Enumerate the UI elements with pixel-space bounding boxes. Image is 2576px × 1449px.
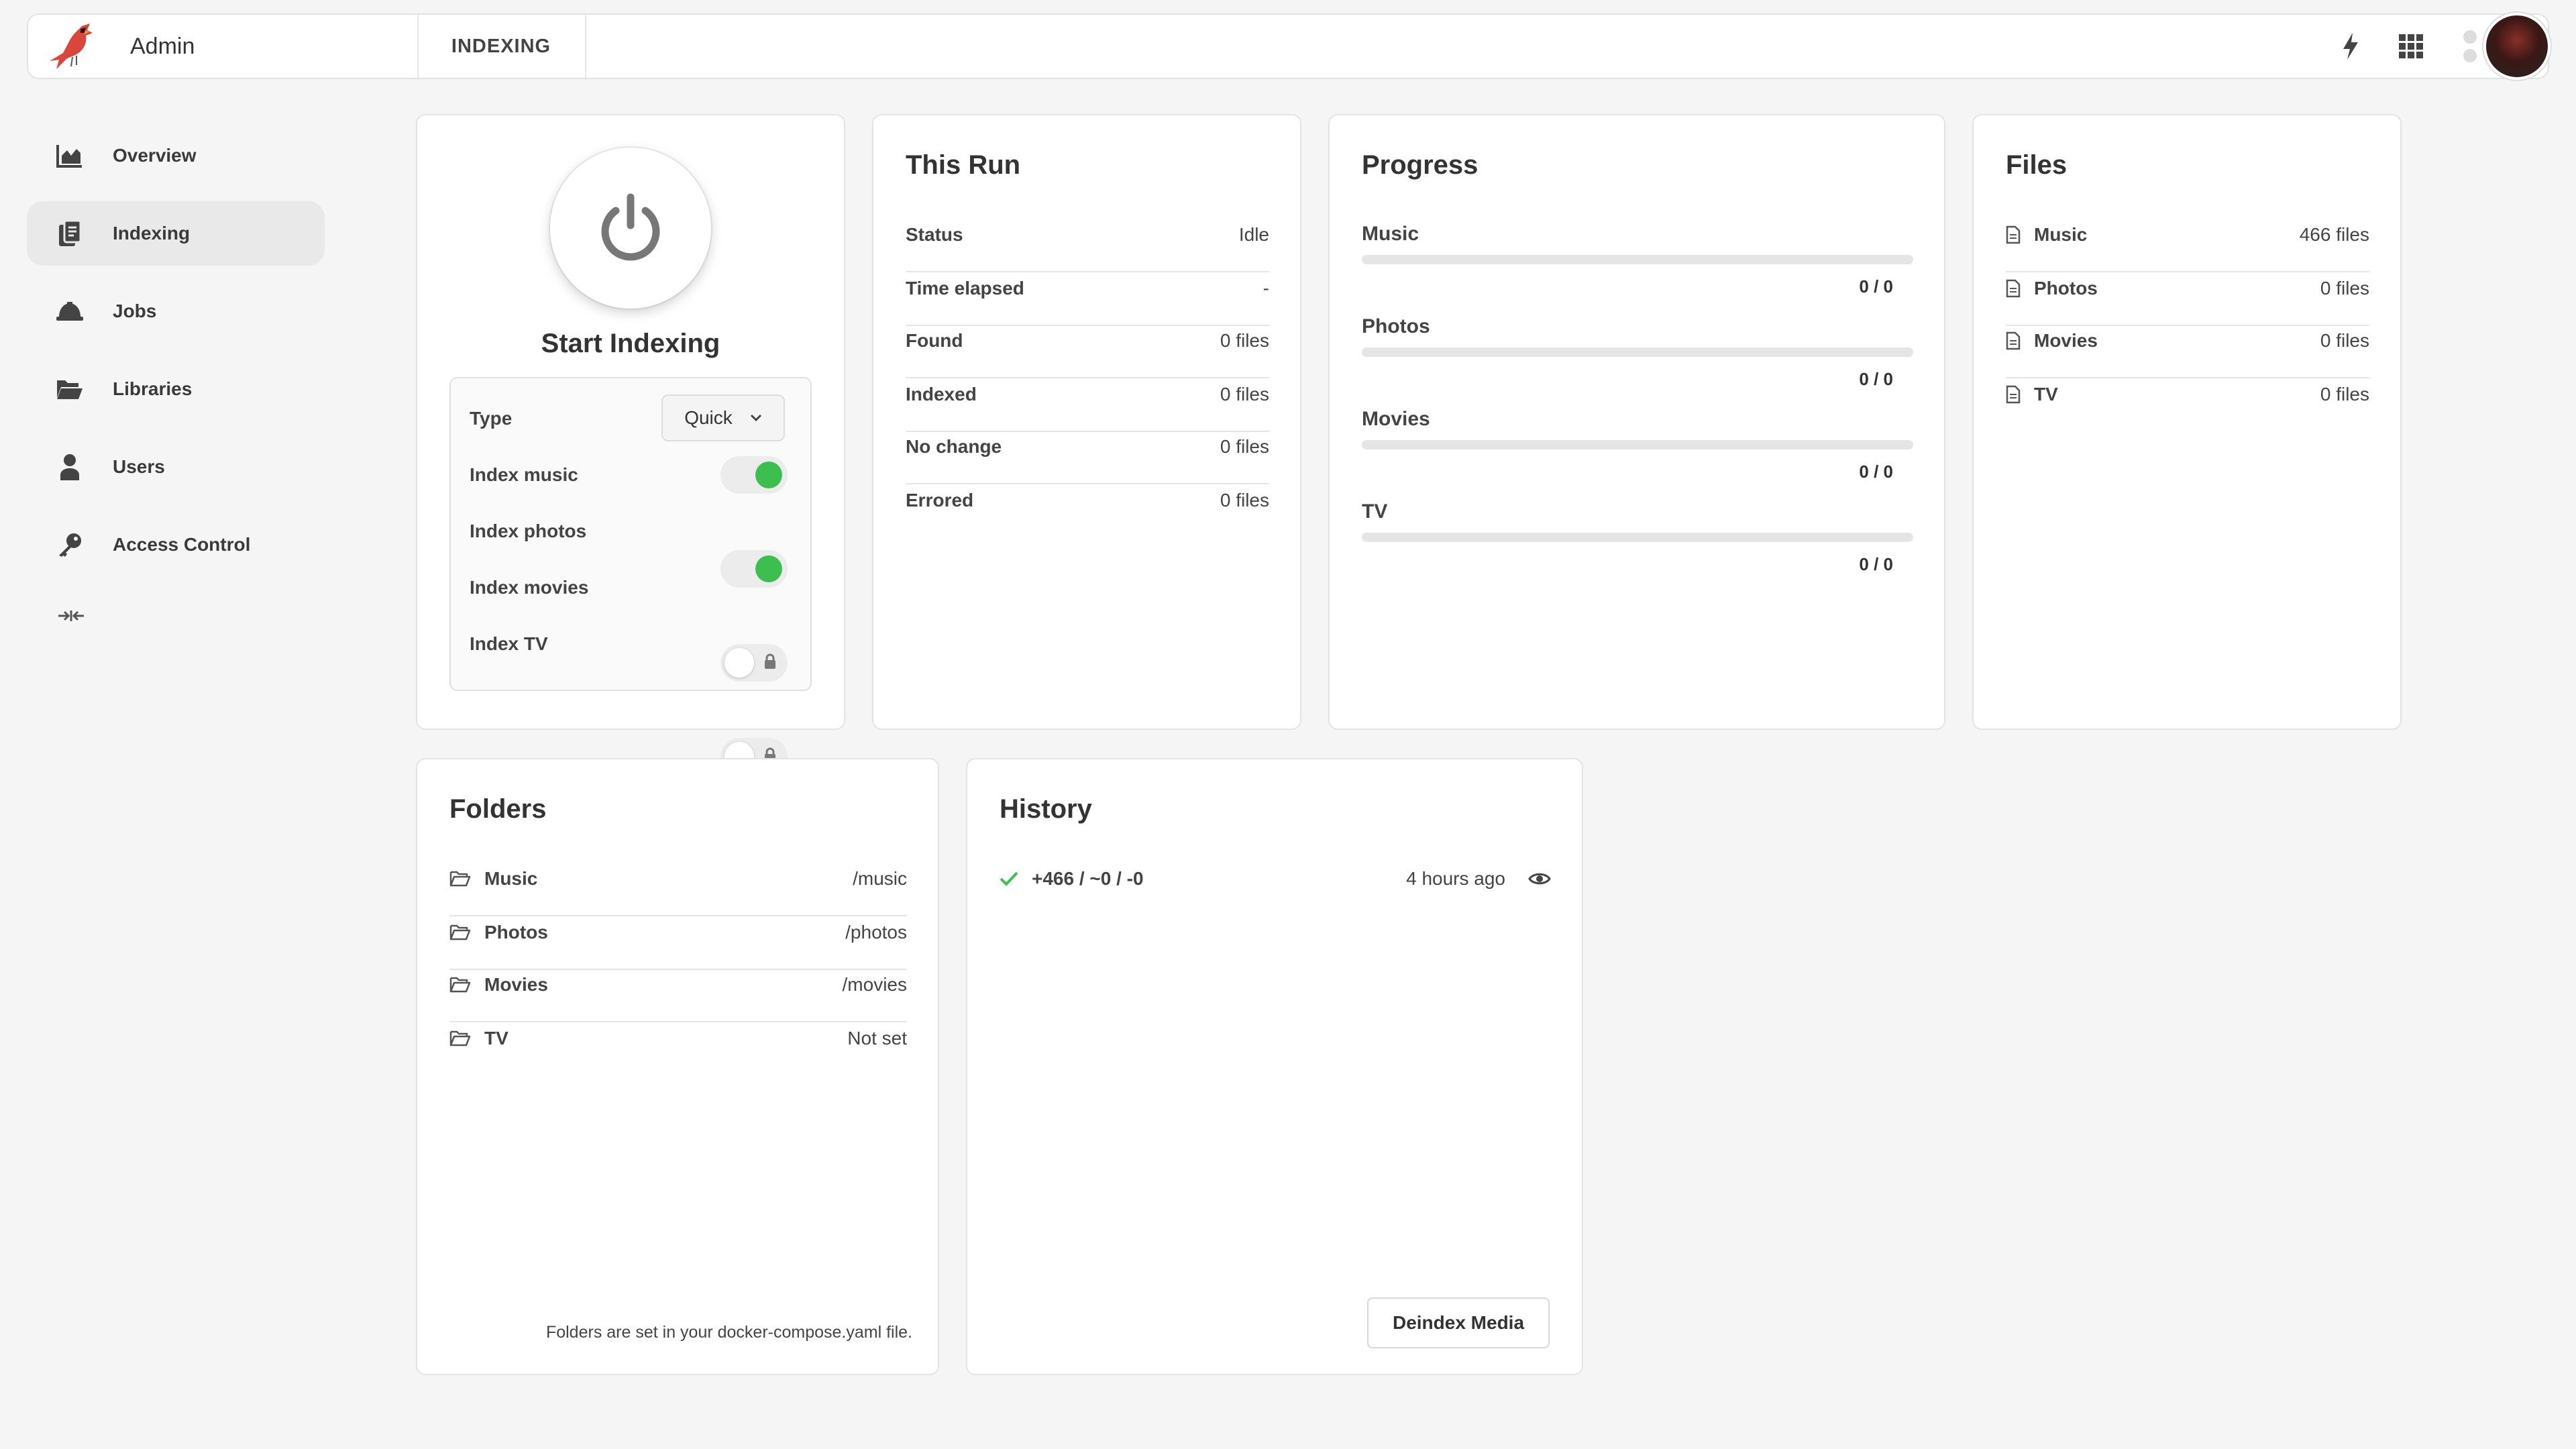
progress-bar (1362, 255, 1913, 264)
progress-label: Movies (1362, 408, 1430, 430)
file-icon (2006, 331, 2021, 350)
area-chart-icon (54, 140, 86, 172)
sidebar-item-overview[interactable]: Overview (27, 123, 325, 188)
type-label: Type (470, 408, 513, 429)
index-options-panel: Type Quick Index music Index photos Inde… (449, 377, 812, 775)
brand[interactable]: Admin (28, 15, 419, 78)
top-bar: Admin INDEXING (27, 13, 2551, 80)
key-icon (54, 529, 86, 561)
sidebar-item-label: Users (113, 456, 165, 477)
folder-open-icon (449, 924, 471, 941)
folder-row: Movies /movies (449, 974, 907, 996)
option-label: Index music (470, 464, 578, 485)
file-row: TV 0 files (2006, 384, 2369, 405)
progress-bar (1362, 347, 1913, 357)
run-row: Time elapsed - (906, 278, 1269, 299)
type-select-value: Quick (684, 407, 733, 428)
folder-row: Photos /photos (449, 922, 907, 943)
run-row: Status Idle (906, 224, 1269, 245)
start-indexing-title: Start Indexing (541, 329, 720, 358)
sidebar-item-access-control[interactable]: Access Control (27, 513, 325, 577)
bolt-icon[interactable] (2330, 15, 2371, 78)
sidebar-item-libraries[interactable]: Libraries (27, 357, 325, 421)
avatar[interactable] (2483, 13, 2551, 80)
eye-icon[interactable] (1528, 871, 1551, 887)
history-entry: +466 / ~0 / -0 4 hours ago (1000, 868, 1551, 890)
progress-card: Progress Music 0 / 0 Photos 0 / 0 Movies… (1328, 114, 1945, 730)
option-label: Index TV (470, 633, 548, 654)
hard-hat-icon (54, 295, 86, 327)
progress-label: Music (1362, 223, 1419, 245)
file-icon (2006, 385, 2021, 404)
deindex-media-button[interactable]: Deindex Media (1367, 1297, 1550, 1348)
progress-bar (1362, 533, 1913, 542)
app-title: Admin (130, 33, 195, 59)
documents-icon (54, 217, 86, 250)
status-dots-icon[interactable] (2457, 15, 2483, 78)
chevron-down-icon (750, 414, 761, 422)
file-row: Music 466 files (2006, 224, 2369, 246)
folder-row: TV Not set (449, 1028, 907, 1049)
run-row: Errored 0 files (906, 490, 1269, 511)
sidebar-item-jobs[interactable]: Jobs (27, 279, 325, 343)
progress-count: 0 / 0 (1859, 462, 1893, 482)
sidebar-item-label: Indexing (113, 223, 191, 244)
lock-icon (765, 653, 775, 669)
index-photos-toggle[interactable] (720, 550, 788, 588)
history-card: History +466 / ~0 / -0 4 hours ago Deind… (966, 758, 1583, 1375)
sidebar-item-indexing[interactable]: Indexing (27, 201, 325, 266)
folder-row: Music /music (449, 868, 907, 890)
sidebar-item-label: Access Control (113, 534, 251, 555)
cardinal-logo-icon (50, 23, 93, 69)
file-icon (2006, 279, 2021, 298)
option-label: Index photos (470, 521, 587, 541)
card-title: Folders (449, 794, 547, 824)
progress-bar (1362, 440, 1913, 449)
index-music-toggle[interactable] (720, 456, 788, 494)
collapse-arrows-icon[interactable] (55, 602, 87, 629)
file-row: Movies 0 files (2006, 330, 2369, 352)
apps-grid-icon[interactable] (2391, 15, 2431, 78)
progress-count: 0 / 0 (1859, 554, 1893, 574)
history-time: 4 hours ago (1406, 868, 1505, 889)
sidebar-item-label: Overview (113, 145, 197, 166)
breadcrumb[interactable]: INDEXING (417, 15, 586, 78)
card-title: History (1000, 794, 1092, 824)
file-icon (2006, 225, 2021, 244)
progress-count: 0 / 0 (1859, 369, 1893, 389)
file-row: Photos 0 files (2006, 278, 2369, 299)
start-indexing-button[interactable] (550, 148, 711, 309)
type-select[interactable]: Quick (661, 394, 785, 441)
run-row: Indexed 0 files (906, 384, 1269, 405)
card-title: This Run (906, 150, 1021, 180)
card-title: Files (2006, 150, 2068, 180)
progress-label: Photos (1362, 315, 1430, 337)
run-row: No change 0 files (906, 436, 1269, 457)
user-icon (54, 451, 86, 483)
folder-open-icon (54, 373, 86, 405)
folders-card: Folders Music /music Photos /photos Movi… (416, 758, 939, 1375)
this-run-card: This Run Status Idle Time elapsed - Found 0… (872, 114, 1301, 730)
folder-open-icon (449, 871, 471, 887)
sidebar-item-label: Jobs (113, 301, 157, 321)
progress-label: TV (1362, 500, 1388, 523)
power-icon (601, 193, 660, 261)
sidebar-item-label: Libraries (113, 378, 193, 399)
folder-open-icon (449, 977, 471, 993)
check-icon (1000, 871, 1018, 886)
option-label: Index movies (470, 577, 589, 598)
start-indexing-card: Start Indexing Type Quick Index music In… (416, 114, 845, 775)
index-movies-toggle[interactable] (720, 644, 788, 682)
card-title: Progress (1362, 150, 1479, 180)
run-row: Found 0 files (906, 330, 1269, 351)
folders-note: Folders are set in your docker-compose.y… (545, 1323, 912, 1342)
progress-count: 0 / 0 (1859, 276, 1893, 297)
folder-open-icon (449, 1030, 471, 1046)
sidebar-item-users[interactable]: Users (27, 435, 325, 499)
files-card: Files Music 466 files Photos 0 files Mov… (1972, 114, 2402, 730)
